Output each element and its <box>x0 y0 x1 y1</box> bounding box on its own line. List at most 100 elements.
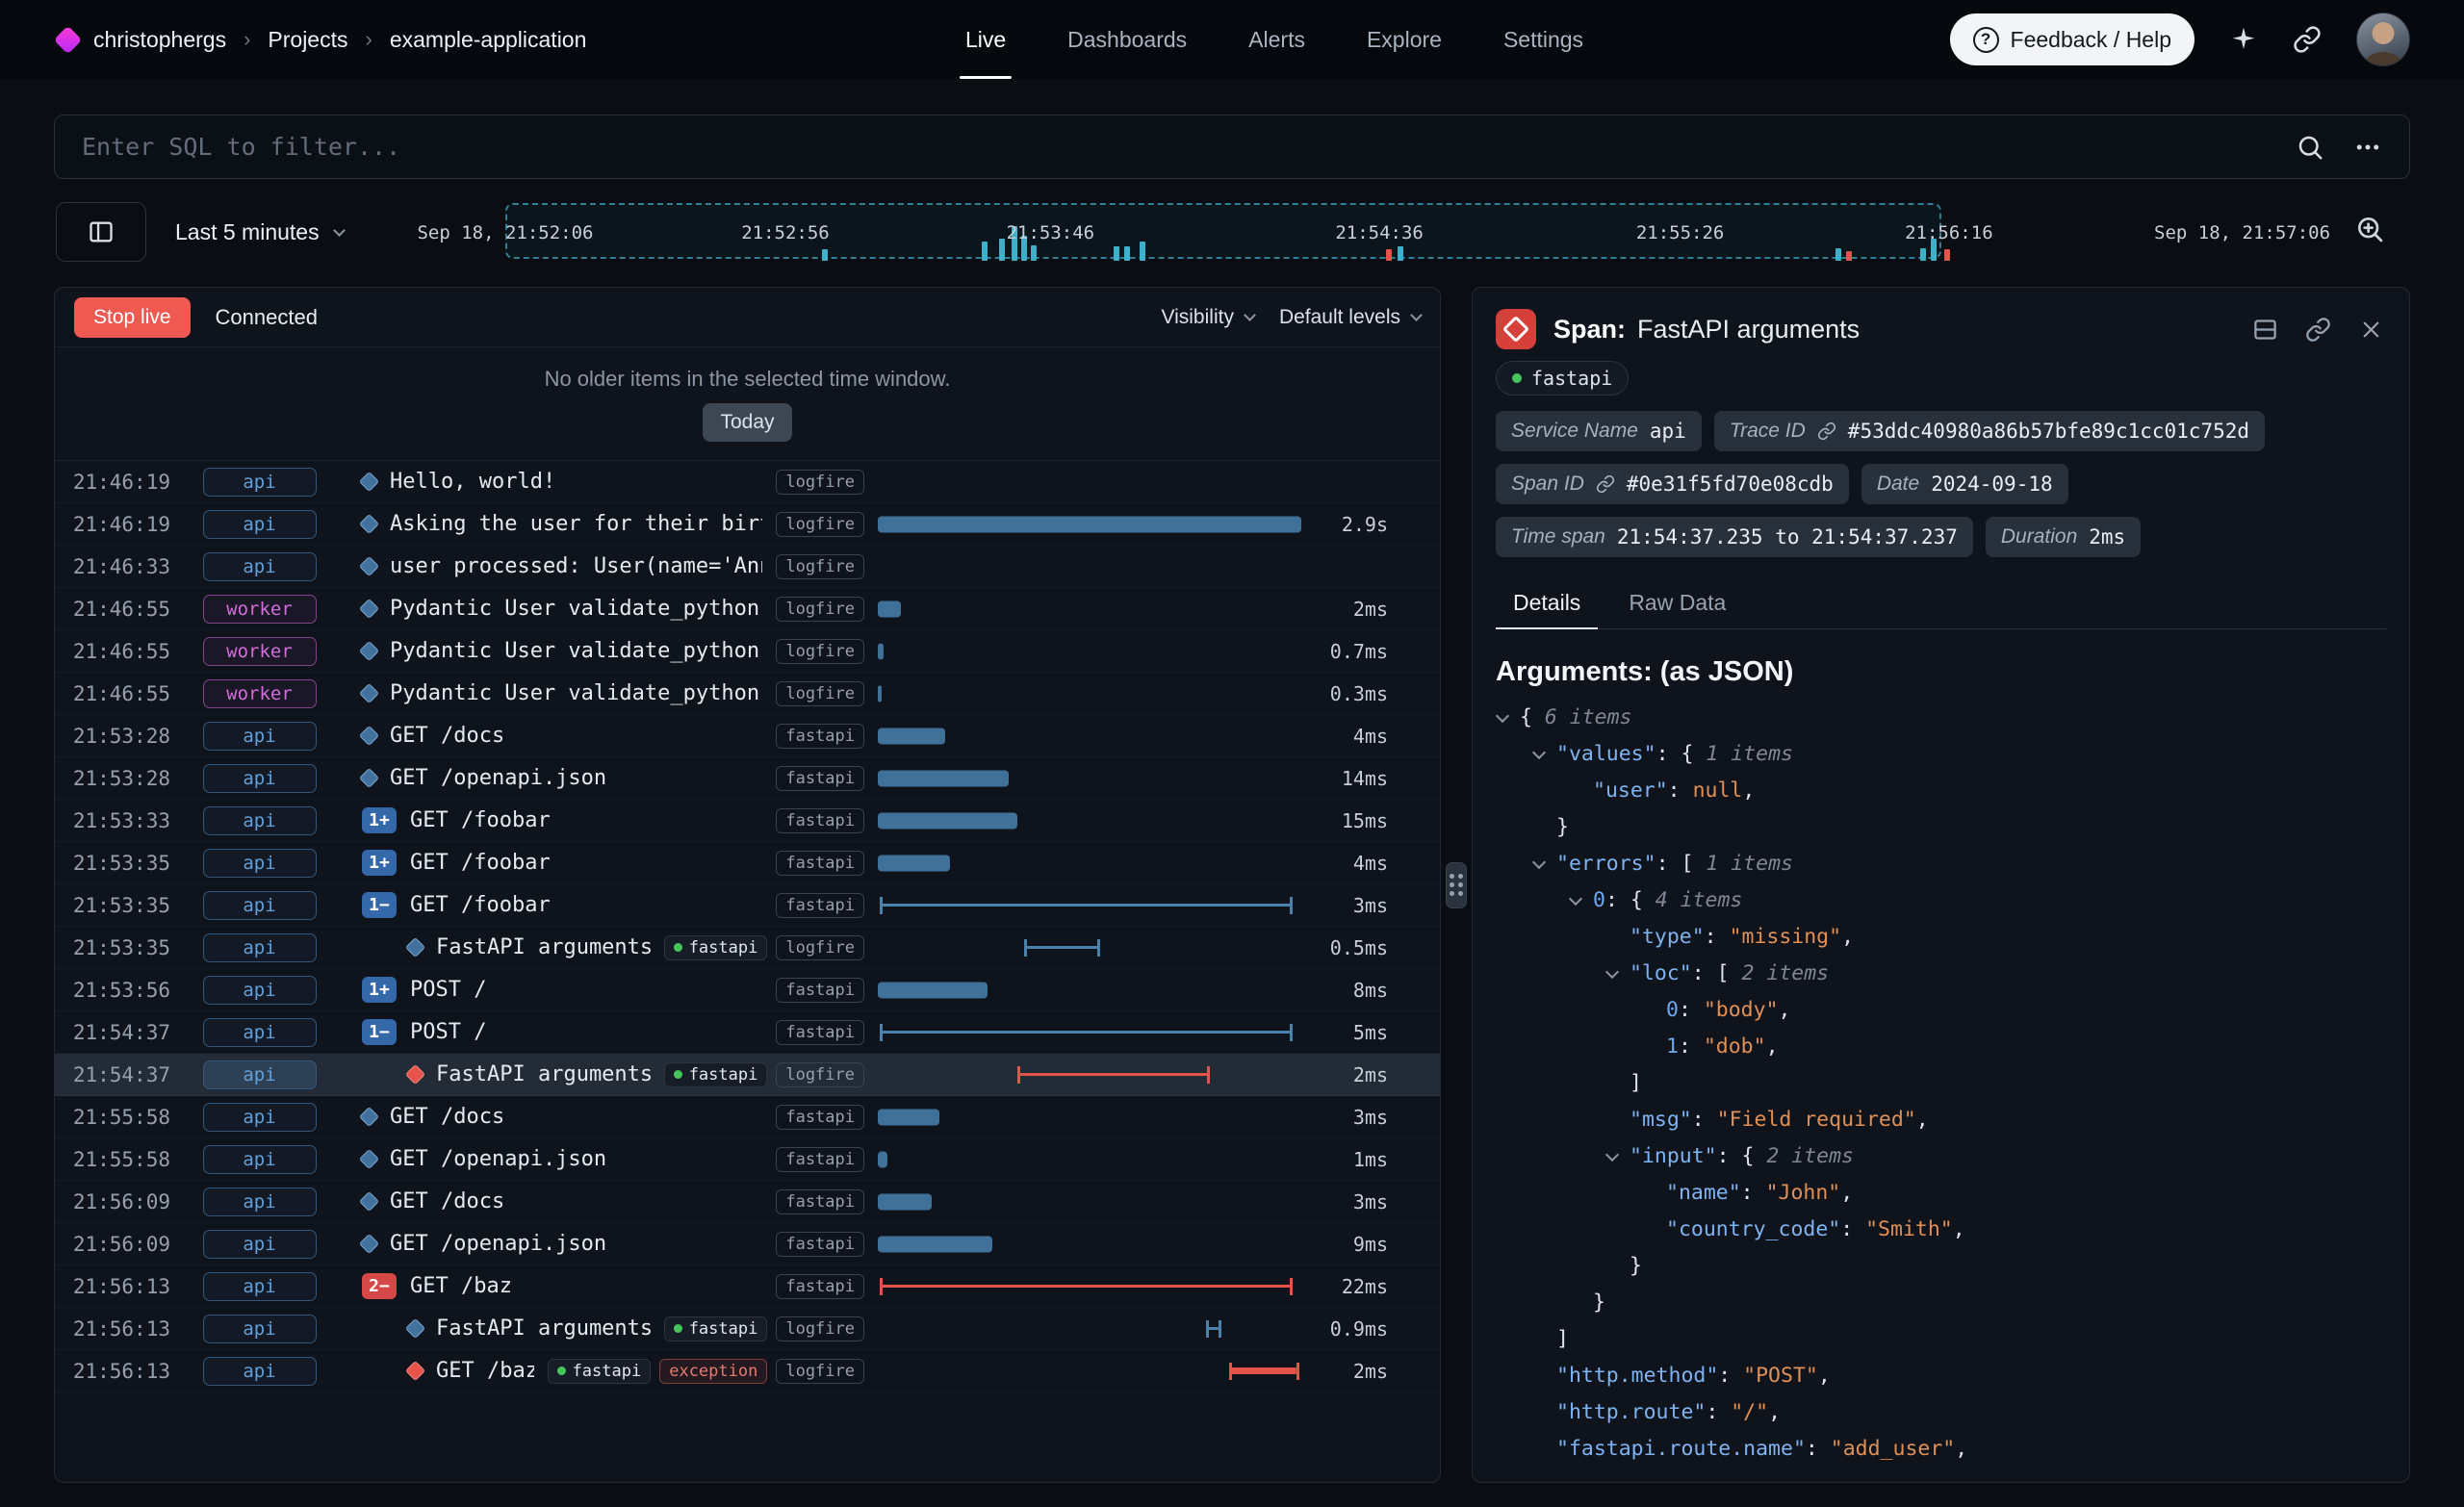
nav-tab-settings[interactable]: Settings <box>1498 0 1589 79</box>
message-cell: 1+GET /foobarfastapi <box>348 807 878 833</box>
stop-live-button[interactable]: Stop live <box>74 297 191 338</box>
breadcrumb-item[interactable]: Projects <box>268 27 347 53</box>
panel-resize-handle[interactable] <box>1446 862 1467 908</box>
user-avatar[interactable] <box>2356 13 2410 66</box>
tab-details[interactable]: Details <box>1496 580 1598 629</box>
badge-fastapi: fastapi <box>776 1232 864 1257</box>
logfire-logo-icon[interactable] <box>54 25 83 54</box>
timeline[interactable]: Sep 18, 21:52:0621:52:5621:53:4621:54:36… <box>424 197 2304 268</box>
trace-row[interactable]: 21:53:28apiGET /docsfastapi4ms <box>55 715 1440 757</box>
visibility-dropdown[interactable]: Visibility <box>1161 306 1253 329</box>
search-icon[interactable] <box>2296 133 2324 162</box>
trace-row[interactable]: 21:55:58apiGET /openapi.jsonfastapi1ms <box>55 1138 1440 1181</box>
sidebar-toggle-button[interactable] <box>56 202 146 262</box>
collapse-caret-icon[interactable] <box>1605 1148 1619 1162</box>
share-link-button[interactable] <box>2293 25 2322 54</box>
close-panel-button[interactable] <box>2358 317 2384 343</box>
json-line[interactable]: "http.route": "/", <box>1498 1394 2386 1431</box>
nav-tab-alerts[interactable]: Alerts <box>1243 0 1311 79</box>
copy-link-button[interactable] <box>2305 317 2331 343</box>
trace-row[interactable]: 21:46:55workerPydantic User validate_pyt… <box>55 630 1440 673</box>
message-cell: Pydantic User validate_pythonlogfire <box>348 681 878 706</box>
json-line[interactable]: "input": { 2 items <box>1498 1138 2386 1175</box>
breadcrumb-item[interactable]: christophergs <box>93 27 226 53</box>
collapse-count-badge[interactable]: 1+ <box>362 850 397 876</box>
collapse-count-badge[interactable]: 1− <box>362 1019 397 1045</box>
json-line[interactable]: "loc": [ 2 items <box>1498 956 2386 992</box>
zoom-in-button[interactable] <box>2354 214 2385 247</box>
json-line[interactable]: } <box>1498 1285 2386 1321</box>
grip-dot <box>1450 891 1454 896</box>
collapse-count-badge[interactable]: 1+ <box>362 977 397 1003</box>
span-attribute-chip[interactable]: Duration2ms <box>1986 517 2141 557</box>
span-attribute-chip[interactable]: Date2024-09-18 <box>1861 464 2068 504</box>
trace-row[interactable]: 21:56:13apiFastAPI argumentsfastapilogfi… <box>55 1308 1440 1350</box>
span-attribute-chip[interactable]: Time span21:54:37.235 to 21:54:37.237 <box>1496 517 1973 557</box>
json-line[interactable]: "http.method": "POST", <box>1498 1358 2386 1394</box>
trace-row[interactable]: 21:53:35apiFastAPI argumentsfastapilogfi… <box>55 927 1440 969</box>
json-line[interactable]: ] <box>1498 1065 2386 1102</box>
trace-row[interactable]: 21:54:37api1−POST /fastapi5ms <box>55 1011 1440 1054</box>
sql-filter-input[interactable] <box>82 133 2267 161</box>
json-line[interactable]: "errors": [ 1 items <box>1498 846 2386 882</box>
collapse-caret-icon[interactable] <box>1605 965 1619 979</box>
trace-row[interactable]: 21:53:33api1+GET /foobarfastapi15ms <box>55 800 1440 842</box>
trace-row[interactable]: 21:46:55workerPydantic User validate_pyt… <box>55 673 1440 715</box>
span-attribute-chip[interactable]: Service Nameapi <box>1496 411 1702 451</box>
layout-toggle-button[interactable] <box>2252 317 2278 343</box>
trace-row[interactable]: 21:56:09apiGET /openapi.jsonfastapi9ms <box>55 1223 1440 1265</box>
json-line[interactable]: ] <box>1498 1321 2386 1358</box>
tab-raw-data[interactable]: Raw Data <box>1611 580 1743 628</box>
json-line[interactable]: 0: { 4 items <box>1498 882 2386 919</box>
trace-row[interactable]: 21:53:28apiGET /openapi.jsonfastapi14ms <box>55 757 1440 800</box>
scope-badge[interactable]: fastapi <box>1496 361 1629 396</box>
trace-row[interactable]: 21:46:19apiHello, world!logfire <box>55 461 1440 503</box>
trace-row[interactable]: 21:54:37apiFastAPI argumentsfastapilogfi… <box>55 1054 1440 1096</box>
breadcrumb-item[interactable]: example-application <box>390 27 587 53</box>
collapse-count-badge[interactable]: 2− <box>362 1273 397 1299</box>
more-options-icon[interactable] <box>2353 133 2382 162</box>
nav-tab-explore[interactable]: Explore <box>1361 0 1448 79</box>
json-line[interactable]: } <box>1498 1248 2386 1285</box>
theme-toggle-button[interactable] <box>2229 25 2258 54</box>
trace-row[interactable]: 21:56:13api2−GET /bazfastapi22ms <box>55 1265 1440 1308</box>
trace-row[interactable]: 21:56:13apiGET /baz (fofastapiexceptionl… <box>55 1350 1440 1392</box>
trace-row[interactable]: 21:46:55workerPydantic User validate_pyt… <box>55 588 1440 630</box>
timeline-selection[interactable] <box>505 203 1941 259</box>
badge-fastapi: fastapi <box>776 1274 864 1299</box>
json-line[interactable]: "name": "John", <box>1498 1175 2386 1212</box>
trace-row[interactable]: 21:53:56api1+POST /fastapi8ms <box>55 969 1440 1011</box>
default-levels-dropdown[interactable]: Default levels <box>1279 306 1421 329</box>
trace-row[interactable]: 21:46:19apiAsking the user for their bir… <box>55 503 1440 546</box>
json-line[interactable]: "user": null, <box>1498 773 2386 809</box>
feedback-help-button[interactable]: ? Feedback / Help <box>1950 13 2194 65</box>
json-line[interactable]: 0: "body", <box>1498 992 2386 1029</box>
collapse-caret-icon[interactable] <box>1496 709 1509 723</box>
today-button[interactable]: Today <box>703 403 791 442</box>
json-line[interactable]: "msg": "Field required", <box>1498 1102 2386 1138</box>
json-line[interactable]: { 6 items <box>1498 700 2386 736</box>
trace-row[interactable]: 21:53:35api1−GET /foobarfastapi3ms <box>55 884 1440 927</box>
time-range-selector[interactable]: Last 5 minutes <box>175 202 344 262</box>
trace-row[interactable]: 21:56:09apiGET /docsfastapi3ms <box>55 1181 1440 1223</box>
json-line[interactable]: } <box>1498 809 2386 846</box>
trace-row[interactable]: 21:46:33apiuser processed: User(name='An… <box>55 546 1440 588</box>
trace-row[interactable]: 21:55:58apiGET /docsfastapi3ms <box>55 1096 1440 1138</box>
nav-tab-dashboards[interactable]: Dashboards <box>1062 0 1193 79</box>
json-line[interactable]: "fastapi.route.name": "add_user", <box>1498 1431 2386 1468</box>
json-line[interactable]: "country_code": "Smith", <box>1498 1212 2386 1248</box>
collapse-caret-icon[interactable] <box>1532 746 1546 759</box>
collapse-caret-icon[interactable] <box>1569 892 1582 906</box>
span-attribute-chip[interactable]: Trace ID#53ddc40980a86b57bfe89c1cc01c752… <box>1714 411 2265 451</box>
span-attribute-chip[interactable]: Span ID#0e31f5fd70e08cdb <box>1496 464 1849 504</box>
collapse-count-badge[interactable]: 1− <box>362 892 397 918</box>
trace-message: GET /baz <box>410 1274 512 1298</box>
json-line[interactable]: "type": "missing", <box>1498 919 2386 956</box>
trace-row[interactable]: 21:53:35api1+GET /foobarfastapi4ms <box>55 842 1440 884</box>
json-line[interactable]: 1: "dob", <box>1498 1029 2386 1065</box>
json-string: "add_user" <box>1831 1431 1955 1468</box>
collapse-caret-icon[interactable] <box>1532 856 1546 869</box>
nav-tab-live[interactable]: Live <box>960 0 1012 79</box>
collapse-count-badge[interactable]: 1+ <box>362 807 397 833</box>
json-line[interactable]: "values": { 1 items <box>1498 736 2386 773</box>
